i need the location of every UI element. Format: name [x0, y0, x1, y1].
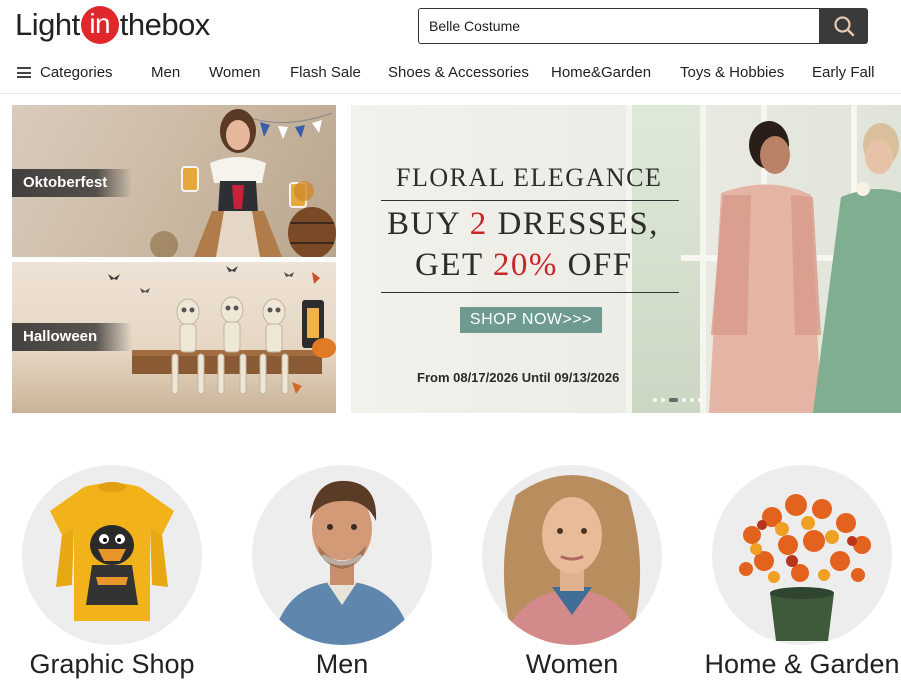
category-graphic-shop-label: Graphic Shop	[29, 649, 195, 679]
category-graphic-shop-image	[22, 465, 202, 645]
nav-item-men[interactable]: Men	[151, 64, 180, 81]
hero-line1-post: DRESSES,	[487, 206, 659, 242]
hero-date-range: From 08/17/2026 Until 09/13/2026	[417, 370, 620, 385]
promo-halloween[interactable]: Halloween	[12, 262, 336, 413]
site-logo[interactable]: Light in thebox	[15, 6, 210, 44]
hero-line1-pre: BUY	[387, 206, 470, 242]
hero-line2-pre: GET	[415, 247, 493, 283]
carousel-dot[interactable]	[653, 398, 657, 402]
carousel-dot[interactable]	[682, 398, 686, 402]
promo-halloween-label: Halloween	[12, 323, 132, 351]
graphic-tee-icon	[50, 482, 174, 621]
category-men-label: Men	[315, 649, 369, 679]
carousel-dots	[653, 398, 702, 402]
promo-oktoberfest[interactable]: Oktoberfest	[12, 105, 336, 257]
carousel-dot-active[interactable]	[669, 398, 678, 402]
shop-now-button[interactable]: SHOP NOW>>>	[460, 307, 602, 333]
nav-categories-label: Categories	[40, 64, 113, 81]
category-home-garden-image	[712, 465, 892, 645]
search-button[interactable]	[819, 8, 868, 44]
nav-item-early-fall[interactable]: Early Fall	[812, 64, 875, 81]
hero-line2-number: 20%	[492, 247, 558, 283]
logo-suffix: thebox	[119, 7, 211, 42]
promo-oktoberfest-label: Oktoberfest	[12, 169, 132, 197]
search-bar	[418, 8, 868, 44]
hero-offer-line-2: GET 20% OFF	[415, 247, 633, 284]
search-icon	[833, 16, 854, 37]
hero-line1-number: 2	[469, 206, 488, 242]
carousel-dot[interactable]	[690, 398, 694, 402]
category-home-garden-label: Home & Garden	[704, 649, 900, 679]
hero-offer-line-1: BUY 2 DRESSES,	[387, 206, 659, 243]
hero-line2-post: OFF	[557, 247, 633, 283]
nav-item-flash-sale[interactable]: Flash Sale	[290, 64, 361, 81]
nav-item-women[interactable]: Women	[209, 64, 260, 81]
nav-item-home-garden[interactable]: Home&Garden	[551, 64, 651, 81]
category-women-label: Women	[525, 649, 619, 679]
logo-in-badge: in	[80, 6, 119, 44]
logo-prefix: Light	[15, 7, 80, 42]
carousel-dot[interactable]	[661, 398, 665, 402]
category-men-image	[252, 465, 432, 645]
search-input[interactable]	[418, 8, 819, 44]
hero-divider-bottom	[381, 292, 679, 293]
nav-item-shoes-accessories[interactable]: Shoes & Accessories	[388, 64, 529, 81]
nav-categories[interactable]: Categories	[17, 64, 113, 81]
hero-divider-top	[381, 200, 679, 201]
nav-item-toys-hobbies[interactable]: Toys & Hobbies	[680, 64, 784, 81]
hero-banner[interactable]: FLORAL ELEGANCE BUY 2 DRESSES, GET 20% O…	[351, 105, 901, 413]
women-model-image	[502, 475, 642, 645]
menu-icon	[17, 67, 31, 78]
main-nav: Categories Men Women Flash Sale Shoes & …	[0, 52, 901, 94]
men-model-image	[272, 480, 412, 645]
hero-title: FLORAL ELEGANCE	[396, 163, 663, 192]
flower-pot-image	[739, 494, 871, 641]
header: Light in thebox	[0, 0, 901, 52]
category-women-image	[482, 465, 662, 645]
carousel-dot[interactable]	[698, 398, 702, 402]
